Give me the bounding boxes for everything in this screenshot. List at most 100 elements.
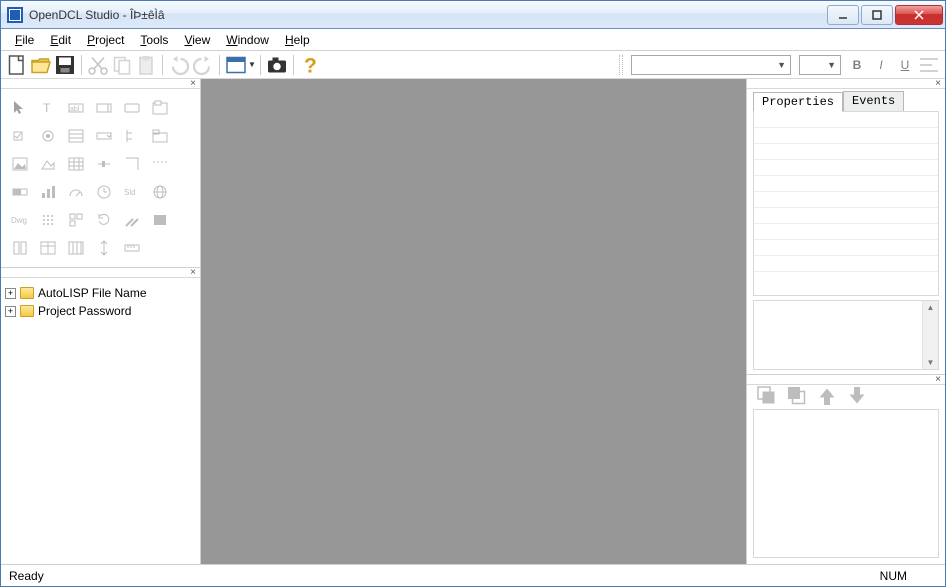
svg-text:?: ? [304, 54, 317, 77]
misc-tool-icon[interactable] [147, 207, 173, 233]
tools-tool-icon[interactable] [119, 207, 145, 233]
chart-tool-icon[interactable] [35, 179, 61, 205]
save-button[interactable] [53, 53, 77, 77]
button-tool-icon[interactable] [119, 95, 145, 121]
open-button[interactable] [29, 53, 53, 77]
property-grid[interactable] [753, 111, 939, 296]
send-back-button[interactable] [785, 384, 809, 408]
title-bar: OpenDCL Studio - ÎÞ±êÌâ [1, 1, 945, 29]
maximize-button[interactable] [861, 5, 893, 25]
menu-project[interactable]: Project [79, 31, 132, 49]
snapshot-button[interactable] [265, 53, 289, 77]
project-tree[interactable]: + AutoLISP File Name + Project Password [1, 278, 200, 564]
dwg-tool-icon[interactable]: Dwg [7, 207, 33, 233]
chevron-down-icon: ▼ [777, 60, 786, 70]
pieces-tool-icon[interactable] [63, 207, 89, 233]
bring-front-button[interactable] [755, 384, 779, 408]
chevron-down-icon[interactable]: ▼ [927, 358, 935, 367]
close-icon[interactable]: × [935, 78, 941, 89]
project-dock-handle[interactable]: × [1, 268, 200, 278]
minimize-button[interactable] [827, 5, 859, 25]
sld-tool-icon[interactable]: Sld [119, 179, 145, 205]
mdi-client-area [201, 79, 747, 564]
progress-tool-icon[interactable] [7, 179, 33, 205]
svg-text:Dwg: Dwg [11, 216, 27, 225]
font-size-combo[interactable]: ▼ [799, 55, 841, 75]
italic-button[interactable]: I [869, 53, 893, 77]
matrix-tool-icon[interactable] [35, 207, 61, 233]
cut-button[interactable] [86, 53, 110, 77]
valign-tool-icon[interactable] [91, 235, 117, 261]
undo-button[interactable] [167, 53, 191, 77]
svg-text:ab|: ab| [70, 106, 80, 113]
paste-button[interactable] [134, 53, 158, 77]
redo-button[interactable] [191, 53, 215, 77]
pointer-tool-icon[interactable] [7, 95, 33, 121]
tree-item-autolisp[interactable]: + AutoLISP File Name [5, 284, 196, 302]
picture-tool-icon[interactable] [35, 151, 61, 177]
main-toolbar: ▼ ? ▼ ▼ B I U [1, 51, 945, 79]
frame-tool-icon[interactable] [119, 151, 145, 177]
zorder-list[interactable] [753, 409, 939, 558]
gauge-tool-icon[interactable] [63, 179, 89, 205]
menu-edit[interactable]: Edit [42, 31, 79, 49]
align-button[interactable] [917, 53, 941, 77]
listbox-tool-icon[interactable] [63, 123, 89, 149]
close-icon[interactable]: × [935, 374, 941, 385]
move-up-button[interactable] [815, 384, 839, 408]
tree-item-password[interactable]: + Project Password [5, 302, 196, 320]
font-combo[interactable]: ▼ [631, 55, 791, 75]
image-tool-icon[interactable] [7, 151, 33, 177]
status-num-indicator: NUM [880, 569, 907, 583]
tab-tool-icon[interactable] [147, 123, 173, 149]
toolbox-dock-handle[interactable]: × [1, 79, 200, 89]
move-down-button[interactable] [845, 384, 869, 408]
tree-tool-icon[interactable] [119, 123, 145, 149]
close-button[interactable] [895, 5, 943, 25]
textbox-tool-icon[interactable]: ab| [63, 95, 89, 121]
bold-button[interactable]: B [845, 53, 869, 77]
tree-item-label: AutoLISP File Name [38, 286, 147, 300]
grid-tool-icon[interactable] [63, 151, 89, 177]
property-tabs: Properties Events [747, 89, 945, 111]
new-button[interactable] [5, 53, 29, 77]
menu-tools[interactable]: Tools [132, 31, 176, 49]
svg-text:Sld: Sld [124, 188, 136, 197]
tab-properties[interactable]: Properties [753, 92, 843, 112]
menu-file[interactable]: File [7, 31, 42, 49]
help-button[interactable]: ? [298, 53, 322, 77]
add-form-button[interactable] [224, 53, 248, 77]
table-tool-icon[interactable] [35, 235, 61, 261]
menu-view[interactable]: View [176, 31, 218, 49]
combobox-tool-icon[interactable] [91, 123, 117, 149]
zorder-toolbar [747, 385, 945, 407]
label-tool-icon[interactable]: T [35, 95, 61, 121]
tree-expand-icon[interactable]: + [5, 306, 16, 317]
col-layout-tool-icon[interactable] [7, 235, 33, 261]
copy-button[interactable] [110, 53, 134, 77]
menu-help[interactable]: Help [277, 31, 318, 49]
slider-tool-icon[interactable] [91, 151, 117, 177]
refresh-tool-icon[interactable] [91, 207, 117, 233]
tree-item-label: Project Password [38, 304, 131, 318]
separator-tool-icon[interactable] [147, 151, 173, 177]
scrollbar[interactable]: ▲ ▼ [922, 301, 938, 369]
tree-expand-icon[interactable]: + [5, 288, 16, 299]
web-tool-icon[interactable] [147, 179, 173, 205]
checkbox-tool-icon[interactable] [7, 123, 33, 149]
groupbox-tool-icon[interactable] [147, 95, 173, 121]
calendar-tool-icon[interactable] [91, 179, 117, 205]
underline-button[interactable]: U [893, 53, 917, 77]
properties-dock-handle[interactable]: × [747, 79, 945, 89]
tab-events[interactable]: Events [843, 91, 904, 111]
add-form-dropdown[interactable]: ▼ [248, 60, 256, 69]
radio-tool-icon[interactable] [35, 123, 61, 149]
chevron-up-icon[interactable]: ▲ [927, 303, 935, 312]
ruler-tool-icon[interactable] [119, 235, 145, 261]
folder-icon [20, 305, 34, 317]
multicol-tool-icon[interactable] [63, 235, 89, 261]
close-icon[interactable]: × [190, 78, 196, 89]
close-icon[interactable]: × [190, 267, 196, 278]
numeric-tool-icon[interactable] [91, 95, 117, 121]
menu-window[interactable]: Window [218, 31, 277, 49]
